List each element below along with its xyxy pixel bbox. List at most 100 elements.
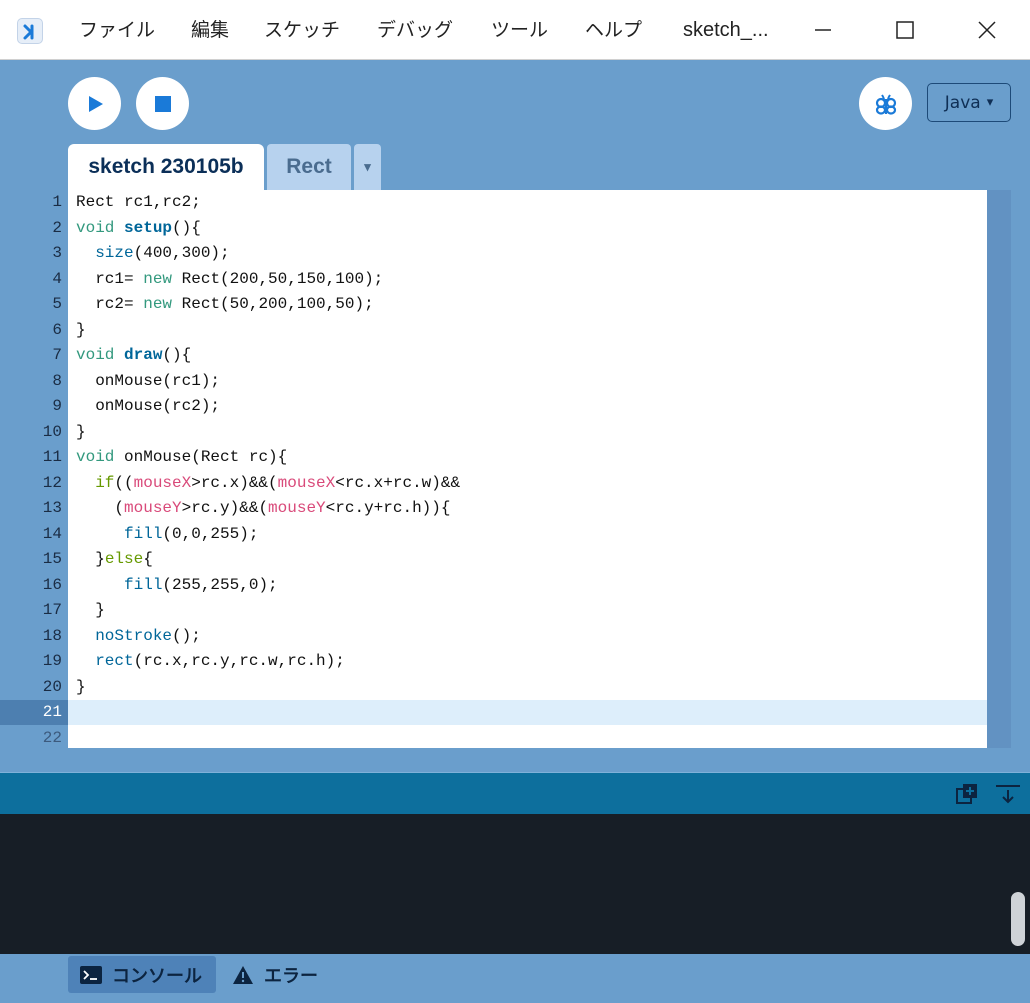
menu-file[interactable]: ファイル xyxy=(79,18,155,42)
code-line: } xyxy=(76,318,86,344)
menu-edit[interactable]: 編集 xyxy=(191,18,229,42)
code-line: void onMouse(Rect rc){ xyxy=(76,445,287,471)
code-token: onMouse(rc1); xyxy=(76,371,221,390)
console-output[interactable] xyxy=(0,814,1030,954)
code-token: Rect rc1,rc2; xyxy=(76,193,201,211)
code-token: (255,255,0); xyxy=(162,575,278,594)
code-token: setup xyxy=(124,218,173,237)
menu-sketch[interactable]: スケッチ xyxy=(264,18,340,42)
code-token: fill xyxy=(124,575,163,594)
code-token: ( xyxy=(76,499,125,517)
code-token: >rc.x)&&( xyxy=(191,473,278,492)
code-token: } xyxy=(76,601,105,619)
line-number: 10 xyxy=(42,422,62,441)
code-line: rect(rc.x,rc.y,rc.w,rc.h); xyxy=(76,649,345,675)
code-line: void setup(){ xyxy=(76,216,201,242)
code-line: rc1= new Rect(200,50,150,100); xyxy=(76,267,383,293)
code-token: (( xyxy=(114,473,134,492)
menu-tools[interactable]: ツール xyxy=(491,18,548,42)
errors-tab-label: エラー xyxy=(264,965,318,987)
code-line: noStroke(); xyxy=(76,624,201,650)
close-button[interactable] xyxy=(964,10,1010,50)
line-number: 18 xyxy=(42,626,62,645)
copy-add-icon xyxy=(956,784,977,804)
line-number: 15 xyxy=(42,550,62,568)
code-token: draw xyxy=(124,346,163,364)
code-line: (mouseY>rc.y)&&(mouseY<rc.y+rc.h)){ xyxy=(76,496,450,522)
console-header xyxy=(0,773,1030,814)
line-number: 11 xyxy=(42,448,62,466)
stop-button[interactable] xyxy=(136,77,189,130)
code-token: rc2= xyxy=(76,295,144,313)
tab-console[interactable]: コンソール xyxy=(68,956,216,993)
code-token: mouseX xyxy=(133,473,192,492)
line-number: 19 xyxy=(42,652,62,670)
tab-menu-button[interactable]: ▾ xyxy=(354,144,381,190)
code-token: mouseY xyxy=(124,499,182,517)
collapse-down-icon xyxy=(996,785,1020,804)
minimize-icon xyxy=(815,29,831,31)
code-line: onMouse(rc1); xyxy=(76,369,220,395)
console-scrollbar-thumb[interactable] xyxy=(1011,892,1025,946)
play-icon xyxy=(88,95,103,112)
code-token: mouseY xyxy=(268,499,326,517)
menu-help[interactable]: ヘルプ xyxy=(585,18,642,42)
editor-scrollbar[interactable] xyxy=(987,190,1011,748)
code-token: if xyxy=(95,473,115,492)
code-token: (400,300); xyxy=(133,244,230,262)
mode-selector[interactable]: Java ▾ xyxy=(927,83,1011,122)
line-number: 12 xyxy=(42,473,62,492)
code-token: { xyxy=(143,550,153,568)
code-token: new xyxy=(143,295,173,313)
maximize-button[interactable] xyxy=(882,10,928,50)
code-token: fill xyxy=(124,524,163,543)
copy-console-button[interactable] xyxy=(955,782,979,810)
menu-debug[interactable]: デバッグ xyxy=(377,18,453,42)
code-token: (0,0,255); xyxy=(162,524,259,543)
processing-app-icon xyxy=(17,18,43,44)
code-token: void xyxy=(76,218,125,237)
code-token: Rect(50,200,100,50); xyxy=(172,295,374,313)
line-number: 1 xyxy=(52,193,62,211)
minimize-button[interactable] xyxy=(800,10,846,50)
line-number: 16 xyxy=(42,575,62,594)
collapse-console-button[interactable] xyxy=(995,782,1021,810)
code-token: onMouse(rc2); xyxy=(76,397,221,415)
tab-sketch-main[interactable]: sketch 230105b xyxy=(68,144,264,190)
code-token: new xyxy=(143,269,173,288)
line-number: 21 xyxy=(42,703,62,721)
code-token: mouseX xyxy=(277,473,336,492)
code-token: else xyxy=(104,550,144,568)
code-token: (){ xyxy=(172,218,201,237)
code-token: void xyxy=(76,448,125,466)
code-line: } xyxy=(76,420,86,446)
close-icon xyxy=(978,21,996,39)
code-token: } xyxy=(76,550,105,568)
code-token: onMouse(Rect rc){ xyxy=(124,448,288,466)
maximize-icon xyxy=(896,21,914,39)
title-bar: ファイル 編集 スケッチ デバッグ ツール ヘルプ sketch_... xyxy=(0,0,1030,60)
code-line: } xyxy=(76,675,86,701)
code-line: size(400,300); xyxy=(76,241,230,267)
line-number: 20 xyxy=(42,677,62,696)
debugger-button[interactable] xyxy=(859,77,912,130)
code-token: <rc.y+rc.h)){ xyxy=(325,499,451,517)
code-token: } xyxy=(76,320,86,339)
code-token: (){ xyxy=(162,346,192,364)
code-line: rc2= new Rect(50,200,100,50); xyxy=(76,292,374,318)
line-number: 9 xyxy=(52,397,62,415)
line-number: 13 xyxy=(42,499,62,517)
code-line: fill(255,255,0); xyxy=(76,573,278,599)
line-number: 4 xyxy=(52,269,62,288)
code-token: noStroke xyxy=(95,626,173,645)
tab-errors[interactable]: エラー xyxy=(220,956,330,993)
debugger-butterfly-icon xyxy=(875,93,896,115)
code-token: Rect(200,50,150,100); xyxy=(172,269,384,288)
code-token: } xyxy=(76,677,86,696)
code-line: onMouse(rc2); xyxy=(76,394,220,420)
code-token: <rc.x+rc.w)&& xyxy=(335,473,461,492)
run-button[interactable] xyxy=(68,77,121,130)
tab-rect[interactable]: Rect xyxy=(267,144,351,190)
